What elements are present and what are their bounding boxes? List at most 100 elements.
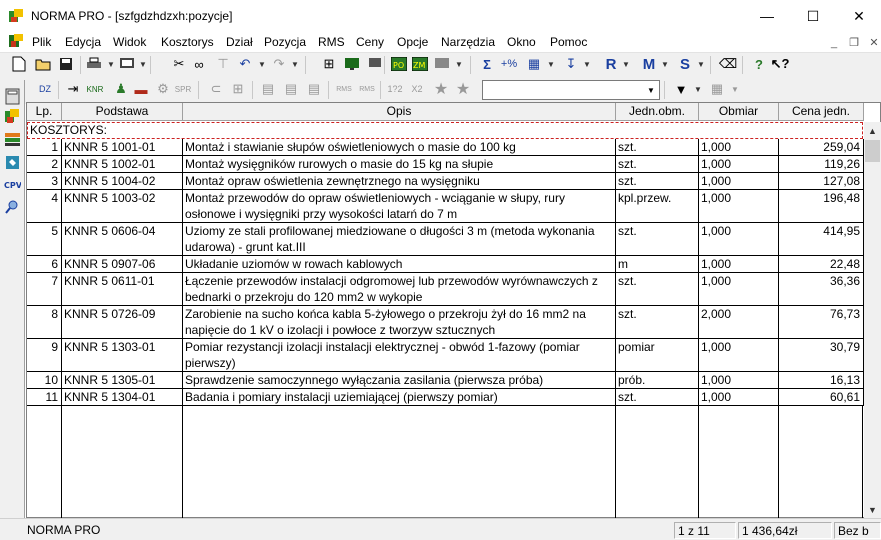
menu-rms[interactable]: RMS — [318, 35, 345, 49]
cell-jedn[interactable]: szt. — [616, 223, 699, 256]
cell-cena[interactable]: 22,48 — [779, 256, 864, 273]
funnel-icon[interactable]: ▼ — [672, 80, 690, 98]
cell-obmiar[interactable]: 1,000 — [699, 256, 779, 273]
po-icon[interactable]: PO — [390, 55, 408, 73]
cell-podstawa[interactable]: KNNR 5 1003-02 — [62, 190, 183, 223]
screen-green-icon[interactable] — [343, 55, 361, 73]
open-folder-icon[interactable] — [34, 55, 52, 73]
menu-dzial[interactable]: Dział — [226, 35, 253, 49]
cell-obmiar[interactable]: 1,000 — [699, 223, 779, 256]
cell-lp[interactable]: 10 — [27, 372, 62, 389]
eraser-icon[interactable]: ⌫ — [719, 55, 737, 73]
mdi-minimize-icon[interactable]: _ — [826, 36, 842, 50]
row-edit-icon[interactable]: ▤ — [282, 80, 300, 98]
cell-obmiar[interactable]: 1,000 — [699, 156, 779, 173]
row-add-icon[interactable]: ▤ — [259, 80, 277, 98]
sort-icon[interactable]: ↧ — [562, 55, 580, 73]
cell-opis[interactable]: Sprawdzenie samoczynnego wyłączania zasi… — [183, 372, 616, 389]
col-header-jedn[interactable]: Jedn.obm. — [616, 103, 699, 121]
rms-icon[interactable]: RMS — [335, 80, 353, 98]
spr-icon[interactable]: SPR — [174, 80, 192, 98]
cell-jedn[interactable]: szt. — [616, 273, 699, 306]
cell-cena[interactable]: 30,79 — [779, 339, 864, 372]
cell-lp[interactable]: 5 — [27, 223, 62, 256]
col-header-cena[interactable]: Cena jedn. — [779, 103, 864, 121]
cell-podstawa[interactable]: KNNR 5 0606-04 — [62, 223, 183, 256]
vertical-scrollbar[interactable]: ▲ ▼ — [864, 122, 881, 518]
cell-jedn[interactable]: szt. — [616, 389, 699, 406]
undo-icon[interactable]: ↶ — [236, 55, 254, 73]
menu-plik[interactable]: Plik — [32, 35, 51, 49]
comment-icon[interactable] — [366, 55, 384, 73]
table-row[interactable]: 5 KNNR 5 0606-04 Uziomy ze stali profilowa… — [27, 223, 864, 256]
print-icon[interactable] — [85, 55, 103, 73]
cell-lp[interactable]: 6 — [27, 256, 62, 273]
star-icon[interactable]: ★ — [432, 80, 450, 98]
grid-view-icon[interactable]: ▦ — [708, 80, 726, 98]
cell-jedn[interactable]: pomiar — [616, 339, 699, 372]
tree-icon[interactable]: ⊞ — [320, 55, 338, 73]
table-row[interactable]: 7 KNNR 5 0611-01 Łączenie przewodów instal… — [27, 273, 864, 306]
sum-icon[interactable]: Σ — [478, 55, 496, 73]
cell-podstawa[interactable]: KNNR 5 0611-01 — [62, 273, 183, 306]
r-icon[interactable]: R — [602, 55, 620, 73]
cell-opis[interactable]: Badania i pomiary instalacji uziemiające… — [183, 389, 616, 406]
col-header-podstawa[interactable]: Podstawa — [62, 103, 183, 121]
cell-obmiar[interactable]: 2,000 — [699, 306, 779, 339]
cell-jedn[interactable]: szt. — [616, 306, 699, 339]
filter-combo[interactable]: ▼ — [482, 80, 660, 100]
context-help-icon[interactable]: ↖? — [771, 55, 790, 73]
chevron-down-icon[interactable]: ▼ — [643, 81, 659, 99]
sidebar-app-icon[interactable] — [4, 108, 21, 125]
mdi-restore-icon[interactable]: ❐ — [846, 36, 862, 50]
menu-widok[interactable]: Widok — [113, 35, 146, 49]
table-row[interactable]: 9 KNNR 5 1303-01 Pomiar rezystancji izolac… — [27, 339, 864, 372]
cell-lp[interactable]: 11 — [27, 389, 62, 406]
cell-jedn[interactable]: m — [616, 256, 699, 273]
monitor-icon[interactable] — [118, 55, 136, 73]
workers-icon[interactable]: ♟ — [112, 80, 130, 98]
m-icon[interactable]: M — [640, 55, 658, 73]
cell-podstawa[interactable]: KNNR 5 1002-01 — [62, 156, 183, 173]
cell-podstawa[interactable]: KNNR 5 0726-09 — [62, 306, 183, 339]
menu-narzedzia[interactable]: Narzędzia — [441, 35, 495, 49]
insert-row-icon[interactable]: ⇥ — [64, 80, 82, 98]
new-file-icon[interactable] — [10, 55, 28, 73]
scroll-down-icon[interactable]: ▼ — [864, 501, 881, 518]
menu-pomoc[interactable]: Pomoc — [550, 35, 587, 49]
menu-pozycja[interactable]: Pozycja — [264, 35, 306, 49]
cell-opis[interactable]: Montaż przewodów do opraw oświetleniowyc… — [183, 190, 616, 223]
rms-edit-icon[interactable]: RMS — [358, 80, 376, 98]
cell-opis[interactable]: Pomiar rezystancji izolacji instalacji e… — [183, 339, 616, 372]
menu-okno[interactable]: Okno — [507, 35, 536, 49]
cell-jedn[interactable]: prób. — [616, 372, 699, 389]
tree-gray-icon[interactable]: ⊞ — [229, 80, 247, 98]
cell-obmiar[interactable]: 1,000 — [699, 173, 779, 190]
equipment-icon[interactable]: ⚙ — [154, 80, 172, 98]
table-row[interactable]: 6 KNNR 5 0907-06 Układanie uziomów w rowac… — [27, 256, 864, 273]
cell-opis[interactable]: Montaż i stawianie słupów oświetleniowyc… — [183, 139, 616, 156]
section-row-kosztorys[interactable]: KOSZTORYS: — [27, 122, 863, 139]
table-row[interactable]: 2 KNNR 5 1002-01 Montaż wysięgników rurowy… — [27, 156, 864, 173]
document-icon[interactable] — [8, 33, 24, 49]
cell-obmiar[interactable]: 1,000 — [699, 273, 779, 306]
sidebar-cpv-icon[interactable]: CPV — [4, 176, 21, 193]
cell-cena[interactable]: 60,61 — [779, 389, 864, 406]
help-icon[interactable]: ? — [750, 55, 768, 73]
cell-podstawa[interactable]: KNNR 5 1305-01 — [62, 372, 183, 389]
cell-podstawa[interactable]: KNNR 5 1001-01 — [62, 139, 183, 156]
mdi-close-icon[interactable]: ✕ — [866, 36, 881, 50]
cell-podstawa[interactable]: KNNR 5 1304-01 — [62, 389, 183, 406]
col-header-opis[interactable]: Opis — [183, 103, 616, 121]
sidebar-book-icon[interactable] — [4, 131, 21, 148]
cell-lp[interactable]: 8 — [27, 306, 62, 339]
menu-edycja[interactable]: Edycja — [65, 35, 101, 49]
cell-opis[interactable]: Zarobienie na sucho końca kabla 5-żyłowe… — [183, 306, 616, 339]
col-header-lp[interactable]: Lp. — [27, 103, 62, 121]
cell-lp[interactable]: 3 — [27, 173, 62, 190]
redo-icon[interactable]: ↷ — [270, 55, 288, 73]
cell-podstawa[interactable]: KNNR 5 1004-02 — [62, 173, 183, 190]
zm-icon[interactable]: ZM — [411, 55, 429, 73]
cell-jedn[interactable]: kpl.przew. — [616, 190, 699, 223]
glasses-icon[interactable]: ∞ — [190, 55, 208, 73]
